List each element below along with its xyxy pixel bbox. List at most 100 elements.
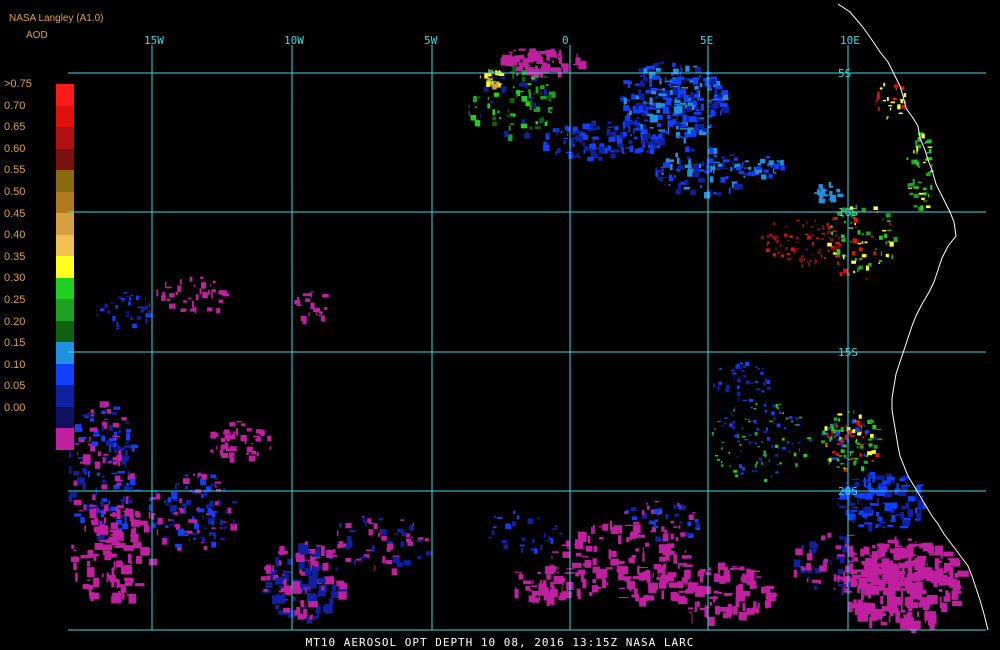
aerosol-pixel xyxy=(197,474,199,479)
aerosol-pixel xyxy=(148,504,152,511)
aerosol-pixel xyxy=(657,169,664,173)
aerosol-pixel xyxy=(658,572,660,580)
aerosol-pixel xyxy=(885,241,888,245)
aerosol-pixel xyxy=(651,134,657,138)
aerosol-pixel xyxy=(676,136,678,138)
aerosol-pixel xyxy=(305,298,311,302)
aerosol-pixel xyxy=(156,529,159,536)
aerosol-pixel xyxy=(592,558,597,565)
aerosol-pixel xyxy=(322,562,329,571)
aerosol-pixel xyxy=(311,556,321,559)
aerosol-pixel xyxy=(797,441,801,444)
aerosol-pixel xyxy=(593,545,597,552)
aerosol-pixel xyxy=(183,478,190,485)
aerosol-pixel xyxy=(105,456,108,463)
aerosol-pixel xyxy=(801,567,806,571)
aerosol-pixel xyxy=(730,368,735,372)
aerosol-pixel xyxy=(693,101,698,105)
aerosol-pixel xyxy=(181,503,187,507)
aerosol-pixel xyxy=(878,259,883,263)
aerosol-pixel xyxy=(842,438,846,440)
aerosol-pixel xyxy=(480,113,482,118)
aerosol-pixel xyxy=(718,99,722,102)
aerosol-pixel xyxy=(830,225,833,229)
aerosol-pixel xyxy=(775,404,778,408)
aerosol-pixel xyxy=(387,543,394,550)
aerosol-pixel xyxy=(599,537,604,540)
aerosol-pixel xyxy=(818,248,821,252)
aerosol-pixel xyxy=(643,83,645,86)
aerosol-pixel xyxy=(755,420,757,425)
aerosol-pixel xyxy=(690,189,696,195)
aerosol-pixel xyxy=(800,255,804,259)
aerosol-pixel xyxy=(873,206,878,210)
aerosol-pixel xyxy=(723,613,729,619)
aerosol-pixel xyxy=(548,535,551,541)
aerosol-pixel xyxy=(779,411,781,414)
aerosol-pixel xyxy=(654,96,659,99)
aerosol-pixel xyxy=(672,85,678,87)
aerosol-pixel xyxy=(854,222,856,226)
aerosol-pixel xyxy=(283,607,291,613)
aerosol-pixel xyxy=(630,133,632,137)
aerosol-pixel xyxy=(106,577,108,583)
aerosol-pixel xyxy=(953,580,955,583)
aerosol-pixel xyxy=(852,509,858,512)
aerosol-pixel xyxy=(869,444,872,448)
aerosol-pixel xyxy=(655,67,661,72)
aerosol-pixel xyxy=(199,288,202,295)
aerosol-pixel xyxy=(662,568,666,577)
aerosol-pixel xyxy=(509,123,515,125)
aerosol-pixel xyxy=(903,563,912,565)
aerosol-pixel xyxy=(563,137,568,140)
aerosol-pixel xyxy=(708,567,712,571)
aerosol-pixel xyxy=(631,516,637,521)
aerosol-pixel xyxy=(856,446,859,449)
aerosol-pixel xyxy=(152,496,156,500)
aerosol-pixel xyxy=(832,450,836,454)
aerosol-pixel xyxy=(916,512,922,520)
aerosol-pixel xyxy=(876,511,880,517)
aerosol-pixel xyxy=(87,413,96,415)
aerosol-pixel xyxy=(858,422,861,427)
aerosol-pixel xyxy=(593,153,599,158)
aerosol-pixel xyxy=(541,91,543,96)
aerosol-pixel xyxy=(345,558,352,563)
aerosol-pixel xyxy=(73,549,77,551)
aerosol-pixel xyxy=(684,78,692,80)
aerosol-pixel xyxy=(411,536,414,539)
aerosol-pixel xyxy=(895,514,901,516)
aerosol-pixel xyxy=(780,159,784,166)
aerosol-pixel xyxy=(193,284,196,287)
aerosol-pixel xyxy=(124,422,130,424)
aerosol-pixel xyxy=(114,545,122,548)
aerosol-pixel xyxy=(106,572,109,578)
aerosol-pixel xyxy=(867,451,872,456)
aerosol-pixel xyxy=(722,162,725,167)
aerosol-pixel xyxy=(324,307,328,310)
aerosol-pixel xyxy=(846,481,848,484)
aerosol-pixel xyxy=(517,515,520,520)
aerosol-pixel xyxy=(915,492,918,501)
aerosol-pixel xyxy=(643,68,648,73)
aerosol-pixel xyxy=(549,50,557,58)
aerosol-pixel xyxy=(549,111,552,113)
aerosol-pixel xyxy=(137,296,142,298)
aerosol-pixel xyxy=(643,595,649,602)
aerosol-pixel xyxy=(282,574,285,576)
aerosol-pixel xyxy=(630,507,637,512)
aerosol-pixel xyxy=(138,520,148,526)
aerosol-pixel xyxy=(103,403,109,405)
aerosol-pixel xyxy=(916,146,919,152)
aerosol-pixel xyxy=(623,105,629,111)
aerosol-pixel xyxy=(837,569,844,575)
aerosol-pixel xyxy=(578,135,583,143)
aerosol-pixel xyxy=(654,508,659,514)
aerosol-pixel xyxy=(864,522,873,525)
aerosol-pixel xyxy=(178,508,183,510)
aerosol-pixel xyxy=(732,372,737,375)
aerosol-pixel xyxy=(782,412,784,414)
aerosol-pixel xyxy=(837,193,844,198)
aerosol-pixel xyxy=(228,452,234,458)
aerosol-pixel xyxy=(867,474,873,477)
